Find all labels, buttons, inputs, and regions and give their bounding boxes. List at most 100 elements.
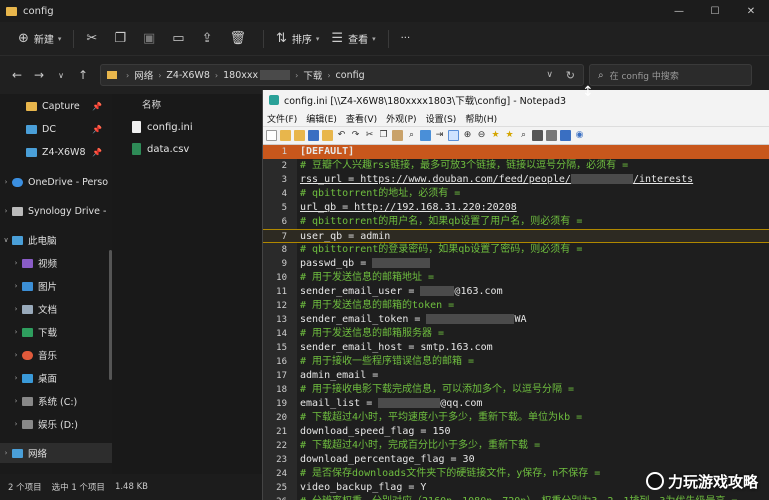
sidebar-item-videos[interactable]: › 视频 <box>0 253 112 273</box>
bookmark-icon[interactable]: ★ <box>490 130 501 141</box>
maximize-button[interactable]: ☐ <box>697 0 733 22</box>
address-input[interactable]: › 网络 › Z4-X6W8 › 180xxx › 下载 › config ∨ … <box>100 64 584 86</box>
expand-icon[interactable]: ∨ <box>50 71 72 80</box>
sidebar-item-capture[interactable]: Capture 📌 <box>0 96 112 116</box>
minimize-button[interactable]: — <box>661 0 697 22</box>
share-button[interactable]: ⇪ <box>196 27 224 51</box>
code-line[interactable]: 8 # qbittorrent的登录密码，如果qb设置了密码，则必须有 = <box>263 243 769 257</box>
sidebar-item-drive-d[interactable]: › 娱乐 (D:) <box>0 414 112 434</box>
menu-view[interactable]: 查看(V) <box>346 112 377 125</box>
close-button[interactable]: ✕ <box>733 0 769 22</box>
zoom-out-icon[interactable]: ⊖ <box>476 130 487 141</box>
file-item-data-csv[interactable]: data.csv <box>132 138 262 160</box>
zoom-reset-icon[interactable]: ⌕ <box>518 130 529 141</box>
line-text: download_speed_flag = 150 <box>300 426 451 437</box>
code-line[interactable]: 5 url_qb = http://192.168.31.220:20208 <box>263 201 769 215</box>
print-icon[interactable] <box>546 130 557 141</box>
code-line[interactable]: 9 passwd_qb = <box>263 257 769 271</box>
sort-button[interactable]: ⇅ 排序 ▾ <box>270 27 325 51</box>
copy-icon[interactable]: ❐ <box>378 130 389 141</box>
code-line[interactable]: 7 user_qb = admin <box>263 229 769 243</box>
scheme-icon[interactable] <box>532 130 543 141</box>
open-folder-icon[interactable] <box>280 130 291 141</box>
code-line[interactable]: 6 # qbittorrent的用户名，如果qb设置了用户名，则必须有 = <box>263 215 769 229</box>
undo-icon[interactable]: ↶ <box>336 130 347 141</box>
sidebar-item-downloads[interactable]: › 下载 <box>0 322 112 342</box>
code-line[interactable]: 22 # 下载超过4小时，完成百分比小于多少，重新下载 = <box>263 439 769 453</box>
favorite-icon[interactable]: ★ <box>504 130 515 141</box>
code-line[interactable]: 2 # 豆瓣个人兴趣rss链接，最多可放3个链接，链接以逗号分隔，必须有 = <box>263 159 769 173</box>
copy-button[interactable]: ❐ <box>108 27 137 51</box>
paste-icon[interactable] <box>392 130 403 141</box>
cut-icon[interactable]: ✂ <box>364 130 375 141</box>
save-as-icon[interactable] <box>322 130 333 141</box>
code-line[interactable]: 18 # 用于接收电影下载完成信息，可以添加多个，以逗号分隔 = <box>263 383 769 397</box>
sidebar-item-drive-c[interactable]: › 系统 (C:) <box>0 391 112 411</box>
more-button[interactable]: ··· <box>395 27 417 51</box>
new-file-icon[interactable] <box>266 130 277 141</box>
back-icon[interactable]: ← <box>6 68 28 82</box>
sidebar-item-pictures[interactable]: › 图片 <box>0 276 112 296</box>
refresh-icon[interactable]: ↻ <box>566 69 575 82</box>
sidebar-item-this-pc[interactable]: ∨ 此电脑 <box>0 230 112 250</box>
breadcrumb-host[interactable]: Z4-X6W8 <box>166 70 210 81</box>
file-item-config-ini[interactable]: config.ini <box>132 116 262 138</box>
sidebar-item-dc[interactable]: DC 📌 <box>0 119 112 139</box>
menu-edit[interactable]: 编辑(E) <box>306 112 337 125</box>
code-line[interactable]: 11 sender_email_user = @163.com <box>263 285 769 299</box>
rename-button[interactable]: ▭ <box>166 27 195 51</box>
code-line[interactable]: 21 download_speed_flag = 150 <box>263 425 769 439</box>
sidebar-item-network[interactable]: › 网络 <box>0 443 112 463</box>
code-line[interactable]: 3 rss_url = https://www.douban.com/feed/p… <box>263 173 769 187</box>
code-line[interactable]: 26 # 分辨率权重，分别对应（2160p，1080p，720p），权重分别为3，… <box>263 495 769 500</box>
menu-help[interactable]: 帮助(H) <box>465 112 497 125</box>
breadcrumb-download[interactable]: 下载 <box>303 68 322 82</box>
info-icon[interactable]: ◉ <box>574 130 585 141</box>
menu-file[interactable]: 文件(F) <box>267 112 297 125</box>
sidebar-item-desktop[interactable]: › 桌面 <box>0 368 112 388</box>
email-icon[interactable] <box>560 130 571 141</box>
breadcrumb-network[interactable]: 网络 <box>134 68 153 82</box>
code-line[interactable]: 4 # qbittorrent的地址，必须有 = <box>263 187 769 201</box>
code-line[interactable]: 10 # 用于发送信息的邮箱地址 = <box>263 271 769 285</box>
up-icon[interactable]: ↑ <box>72 68 94 82</box>
code-editor[interactable]: 1 [DEFAULT] 2 # 豆瓣个人兴趣rss链接，最多可放3个链接，链接以逗号分… <box>263 145 769 500</box>
zoom-in-icon[interactable]: ⊕ <box>462 130 473 141</box>
code-line[interactable]: 12 # 用于发送信息的邮箱的token = <box>263 299 769 313</box>
sidebar-item-synology[interactable]: › Synology Drive - <box>0 201 112 221</box>
goto-icon[interactable]: ⇥ <box>434 130 445 141</box>
delete-button[interactable]: 🗑 <box>223 27 257 51</box>
browse-icon[interactable] <box>294 130 305 141</box>
code-line[interactable]: 16 # 用于接收一些程序错误信息的邮箱 = <box>263 355 769 369</box>
find-icon[interactable]: ⌕ <box>406 130 417 141</box>
column-header-name[interactable]: 名称 <box>142 97 161 111</box>
code-line[interactable]: 23 download_percentage_flag = 30 <box>263 453 769 467</box>
sidebar-item-documents[interactable]: › 文档 <box>0 299 112 319</box>
forward-icon[interactable]: → <box>28 68 50 82</box>
code-line[interactable]: 17 admin_email = <box>263 369 769 383</box>
redo-icon[interactable]: ↷ <box>350 130 361 141</box>
menu-settings[interactable]: 设置(S) <box>426 112 457 125</box>
code-line[interactable]: 1 [DEFAULT] <box>263 145 769 159</box>
search-input[interactable]: ⌕ 在 config 中搜索 <box>589 64 752 86</box>
rename-icon: ▭ <box>172 31 185 46</box>
code-line[interactable]: 19 email_list = @qq.com <box>263 397 769 411</box>
paste-button[interactable]: ▣ <box>137 27 166 51</box>
menu-appearance[interactable]: 外观(P) <box>386 112 416 125</box>
save-icon[interactable] <box>308 130 319 141</box>
chevron-down-icon[interactable]: ∨ <box>546 70 553 80</box>
code-line[interactable]: 20 # 下载超过4小时，平均速度小于多少，重新下载。单位为kb = <box>263 411 769 425</box>
sidebar-item-onedrive[interactable]: › OneDrive - Perso <box>0 172 112 192</box>
sidebar-item-music[interactable]: › 音乐 <box>0 345 112 365</box>
replace-icon[interactable] <box>420 130 431 141</box>
code-line[interactable]: 14 # 用于发送信息的邮箱服务器 = <box>263 327 769 341</box>
sidebar-item-z4-x6w8[interactable]: Z4-X6W8 📌 <box>0 142 112 162</box>
cut-button[interactable]: ✂ <box>80 27 108 51</box>
code-line[interactable]: 15 sender_email_host = smtp.163.com <box>263 341 769 355</box>
new-button[interactable]: ⊕ 新建 ▾ <box>12 27 67 51</box>
breadcrumb-share[interactable]: 180xxx <box>223 70 258 81</box>
breadcrumb-config[interactable]: config <box>336 70 365 81</box>
word-wrap-icon[interactable] <box>448 130 459 141</box>
code-line[interactable]: 13 sender_email_token = WA <box>263 313 769 327</box>
view-button[interactable]: ☰ 查看 ▾ <box>325 27 381 51</box>
